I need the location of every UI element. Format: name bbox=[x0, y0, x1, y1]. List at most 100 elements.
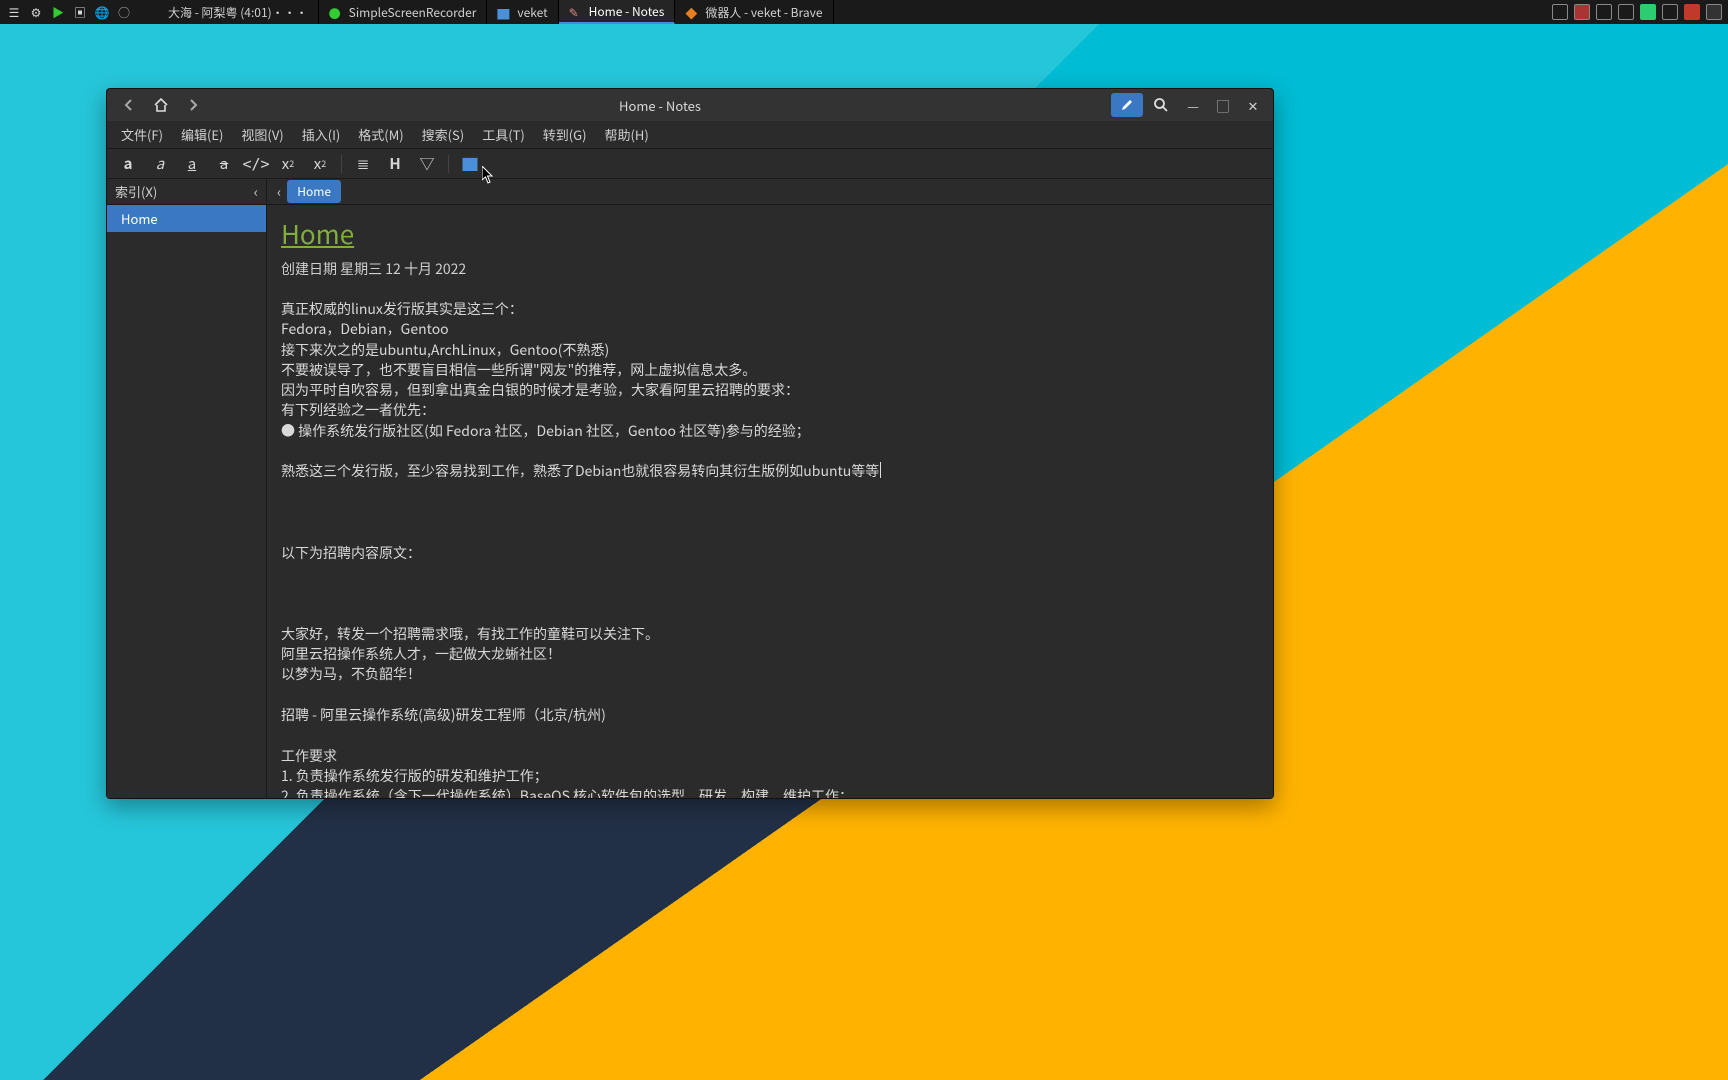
note-line: 因为平时自吹容易，但到拿出真金白银的时候才是考验，大家看阿里云招聘的要求： bbox=[281, 380, 1259, 400]
attach-button[interactable]: ▇ bbox=[457, 153, 483, 175]
note-line: 真正权威的linux发行版其实是这三个： bbox=[281, 299, 1259, 319]
strike-button[interactable]: a bbox=[211, 153, 237, 175]
browser-icon[interactable]: 🌐 bbox=[94, 4, 110, 20]
home-button[interactable] bbox=[147, 93, 175, 117]
keyboard-icon[interactable] bbox=[1706, 4, 1722, 20]
task-label: veket bbox=[517, 4, 547, 21]
menu-help[interactable]: 帮助(H) bbox=[597, 122, 657, 147]
sidebar-item-home[interactable]: Home bbox=[107, 205, 266, 232]
tool-icon[interactable] bbox=[1574, 4, 1590, 20]
task-recorder[interactable]: ● SimpleScreenRecorder bbox=[319, 0, 488, 24]
battery-icon[interactable] bbox=[1640, 4, 1656, 20]
sidebar-list: Home bbox=[107, 205, 266, 798]
menu-edit[interactable]: 编辑(E) bbox=[173, 122, 231, 147]
power-icon[interactable] bbox=[1684, 4, 1700, 20]
titlebar-actions: — ▢ ✕ bbox=[1105, 93, 1273, 117]
minimize-button[interactable]: — bbox=[1179, 93, 1207, 117]
pencil-icon: ✎ bbox=[569, 4, 583, 18]
search-button[interactable] bbox=[1145, 93, 1177, 117]
note-line: 以下为招聘内容原文： bbox=[281, 543, 1259, 563]
heading-button[interactable]: H bbox=[382, 153, 408, 175]
note-line: 不要被误导了，也不要盲目相信一些所谓"网友"的推荐，网上虚拟信息太多。 bbox=[281, 360, 1259, 380]
task-label: 微器人 - veket - Brave bbox=[705, 4, 822, 21]
terminal-icon[interactable]: ▣ bbox=[72, 4, 88, 20]
monitor-icon[interactable] bbox=[1552, 4, 1568, 20]
clipboard-icon[interactable] bbox=[1596, 4, 1612, 20]
pathbar: ‹ Home bbox=[267, 179, 1273, 205]
maximize-button[interactable]: ▢ bbox=[1209, 93, 1237, 117]
note-line bbox=[281, 482, 1259, 502]
note-line: 以梦为马，不负韶华！ bbox=[281, 664, 1259, 684]
note-title: Home bbox=[281, 215, 1259, 253]
folder-icon: ▇ bbox=[497, 5, 511, 19]
format-toolbar: a a a a </> x2 x2 ≣ H ▽ ▇ bbox=[107, 149, 1273, 179]
record-icon[interactable]: ○ bbox=[116, 4, 132, 20]
note-line bbox=[281, 563, 1259, 583]
sidebar-item-label: Home bbox=[121, 209, 158, 228]
highlight-button[interactable]: ▽ bbox=[414, 153, 440, 175]
nav-group bbox=[107, 93, 215, 117]
music-icon bbox=[148, 5, 162, 19]
list-button[interactable]: ≣ bbox=[350, 153, 376, 175]
settings-icon[interactable]: ⚙ bbox=[28, 4, 44, 20]
main-area: ‹ Home Home 创建日期 星期三 12 十月 2022 真正权威的lin… bbox=[267, 179, 1273, 798]
window-body: 索引(X) ‹ Home ‹ Home Home 创建日期 星期三 12 十月 … bbox=[107, 179, 1273, 798]
note-editor[interactable]: Home 创建日期 星期三 12 十月 2022 真正权威的linux发行版其实… bbox=[267, 205, 1273, 798]
menu-search[interactable]: 搜索(S) bbox=[414, 122, 473, 147]
menubar: 文件(F) 编辑(E) 视图(V) 插入(I) 格式(M) 搜索(S) 工具(T… bbox=[107, 121, 1273, 149]
breadcrumb-home[interactable]: Home bbox=[287, 180, 341, 203]
note-line: ● 操作系统发行版社区(如 Fedora 社区，Debian 社区，Gentoo… bbox=[281, 421, 1259, 441]
sidebar-title: 索引(X) bbox=[115, 182, 157, 201]
note-line: 接下来次之的是ubuntu,ArchLinux，Gentoo(不熟悉) bbox=[281, 340, 1259, 360]
close-button[interactable]: ✕ bbox=[1239, 93, 1267, 117]
task-notes[interactable]: ✎ Home - Notes bbox=[559, 0, 676, 24]
recorder-icon: ● bbox=[329, 5, 343, 19]
pathbar-back-icon[interactable]: ‹ bbox=[271, 182, 287, 202]
underline-button[interactable]: a bbox=[179, 153, 205, 175]
back-button[interactable] bbox=[115, 93, 143, 117]
toolbar-separator bbox=[448, 155, 449, 173]
menu-goto[interactable]: 转到(G) bbox=[535, 122, 595, 147]
panel-launchers: ☰ ⚙ ▶ ▣ 🌐 ○ bbox=[0, 4, 138, 20]
note-line: 有下列经验之一者优先： bbox=[281, 400, 1259, 420]
superscript-button[interactable]: x2 bbox=[307, 153, 333, 175]
note-line bbox=[281, 603, 1259, 623]
edit-mode-button[interactable] bbox=[1111, 93, 1143, 117]
italic-button[interactable]: a bbox=[147, 153, 173, 175]
task-browser[interactable]: ◆ 微器人 - veket - Brave bbox=[675, 0, 833, 24]
note-line bbox=[281, 725, 1259, 745]
menu-icon[interactable]: ☰ bbox=[6, 4, 22, 20]
taskbar: 大海 - 阿梨粤 (4:01)··· ● SimpleScreenRecorde… bbox=[138, 0, 1546, 24]
code-button[interactable]: </> bbox=[243, 153, 269, 175]
play-icon[interactable]: ▶ bbox=[50, 4, 66, 20]
task-label: 大海 - 阿梨粤 (4:01)··· bbox=[168, 4, 308, 21]
toolbar-separator bbox=[341, 155, 342, 173]
brave-icon: ◆ bbox=[685, 5, 699, 19]
note-line bbox=[281, 685, 1259, 705]
note-line: 工作要求 bbox=[281, 746, 1259, 766]
subscript-button[interactable]: x2 bbox=[275, 153, 301, 175]
window-titlebar: Home - Notes — ▢ ✕ bbox=[107, 89, 1273, 121]
sidebar-header: 索引(X) ‹ bbox=[107, 179, 266, 205]
note-line: 大家好，转发一个招聘需求哦，有找工作的童鞋可以关注下。 bbox=[281, 624, 1259, 644]
note-date: 创建日期 星期三 12 十月 2022 bbox=[281, 259, 1259, 279]
menu-view[interactable]: 视图(V) bbox=[233, 122, 291, 147]
forward-button[interactable] bbox=[179, 93, 207, 117]
task-files[interactable]: ▇ veket bbox=[487, 0, 558, 24]
menu-tools[interactable]: 工具(T) bbox=[474, 122, 533, 147]
task-label: SimpleScreenRecorder bbox=[349, 4, 477, 21]
window-title: Home - Notes bbox=[215, 96, 1105, 115]
collapse-sidebar-icon[interactable]: ‹ bbox=[254, 182, 258, 202]
menu-insert[interactable]: 插入(I) bbox=[294, 122, 349, 147]
network-icon[interactable] bbox=[1618, 4, 1634, 20]
volume-icon[interactable] bbox=[1662, 4, 1678, 20]
system-panel: ☰ ⚙ ▶ ▣ 🌐 ○ 大海 - 阿梨粤 (4:01)··· ● SimpleS… bbox=[0, 0, 1728, 24]
task-music[interactable]: 大海 - 阿梨粤 (4:01)··· bbox=[138, 0, 319, 24]
menu-file[interactable]: 文件(F) bbox=[113, 122, 171, 147]
note-line: 招聘 - 阿里云操作系统(高级)研发工程师（北京/杭州) bbox=[281, 705, 1259, 725]
app-window: Home - Notes — ▢ ✕ 文件(F) 编辑(E) 视图(V) 插入(… bbox=[106, 88, 1274, 799]
bold-button[interactable]: a bbox=[115, 153, 141, 175]
note-line bbox=[281, 583, 1259, 603]
menu-format[interactable]: 格式(M) bbox=[350, 122, 411, 147]
note-line: Fedora，Debian，Gentoo bbox=[281, 319, 1259, 339]
